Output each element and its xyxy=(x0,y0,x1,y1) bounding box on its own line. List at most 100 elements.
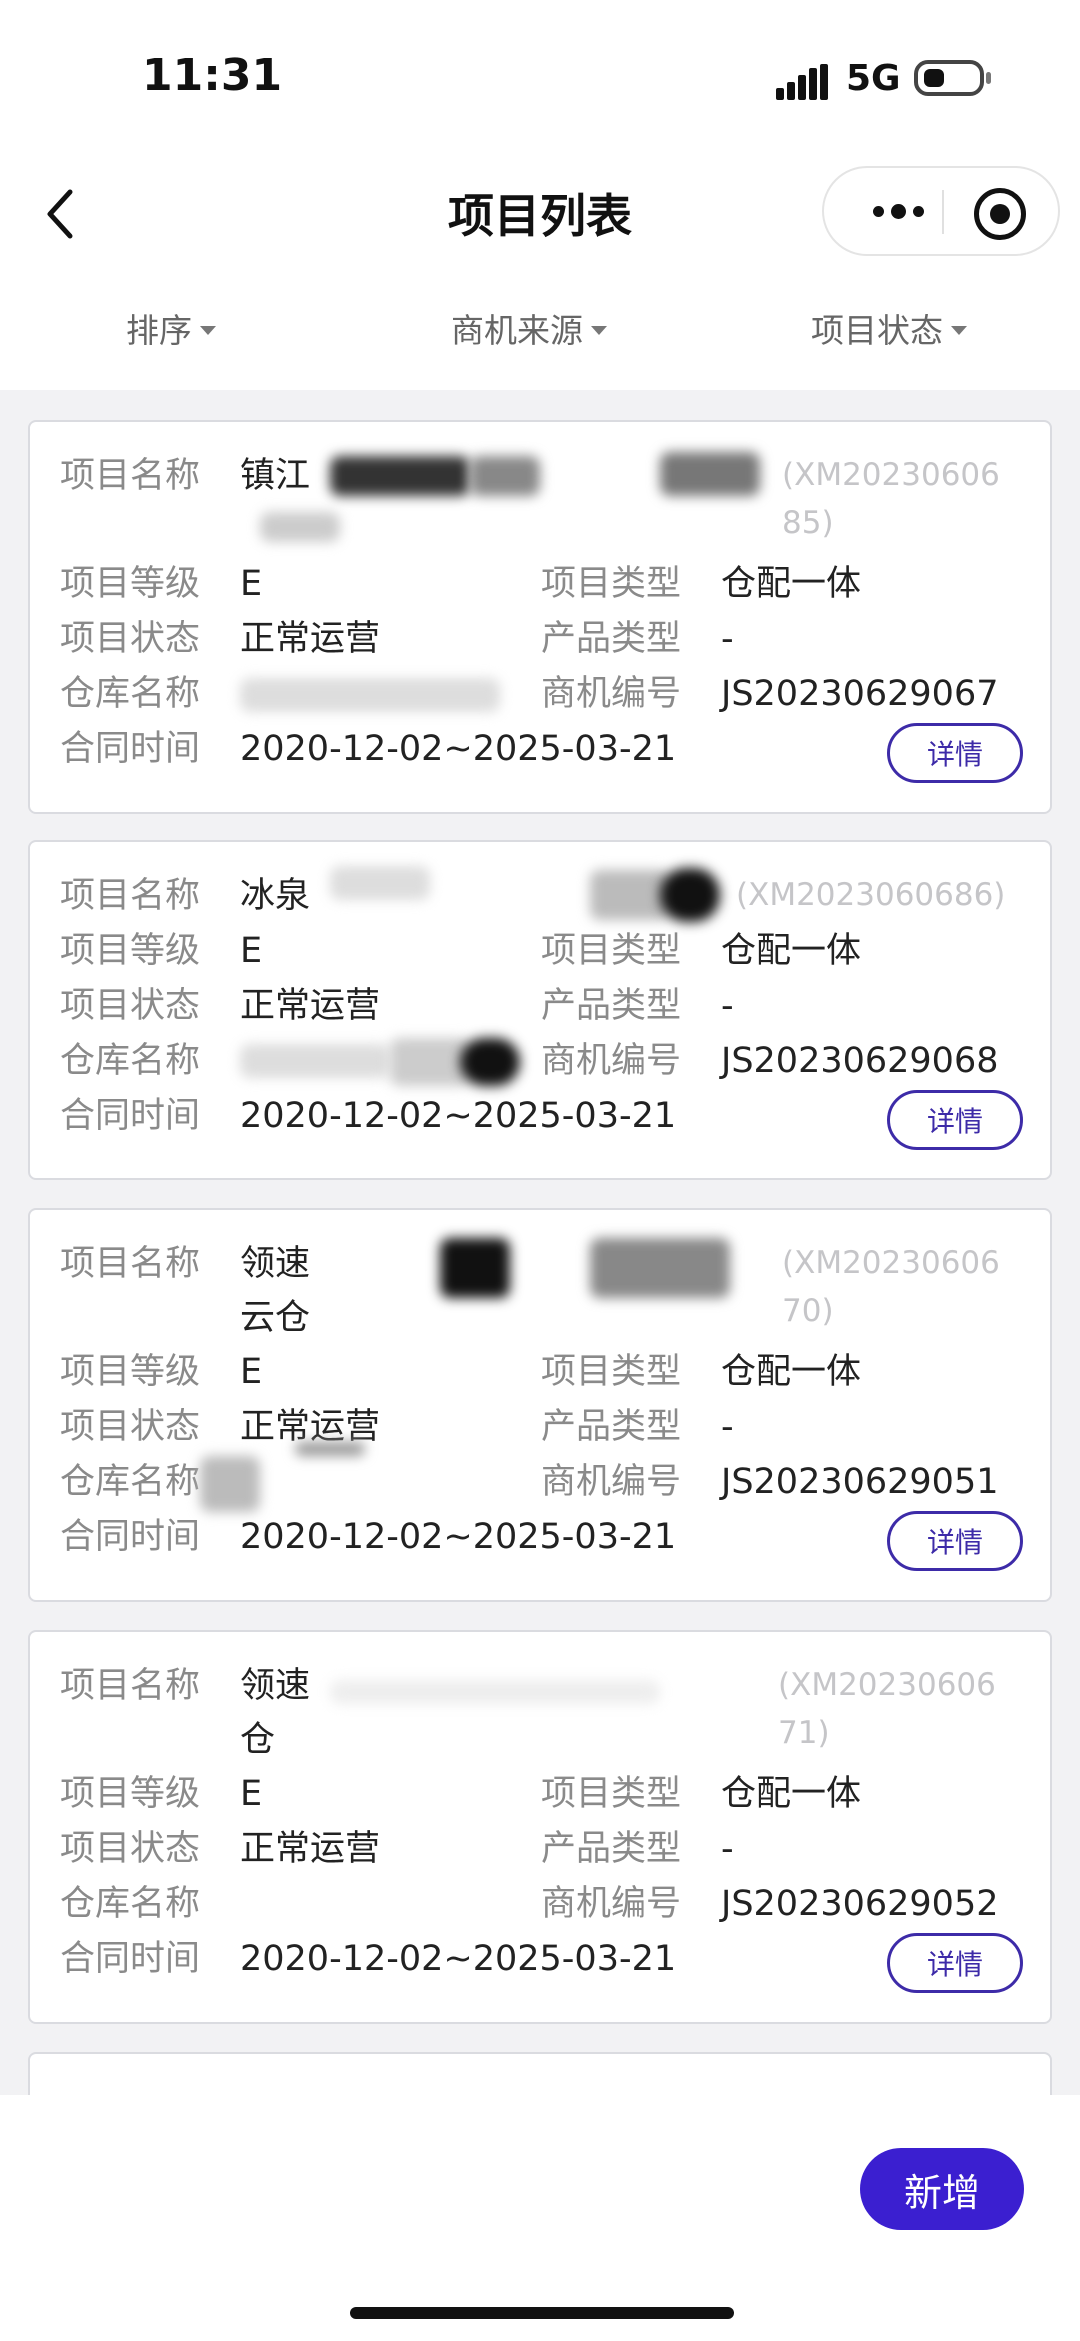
product-type: - xyxy=(721,986,734,1026)
product-type: - xyxy=(721,619,734,659)
signal-icon xyxy=(776,64,828,100)
capsule-divider xyxy=(942,190,944,234)
label-level: 项目等级 xyxy=(60,564,201,604)
add-button[interactable]: 新增 xyxy=(860,2148,1024,2230)
label-warehouse: 仓库名称 xyxy=(60,1884,201,1924)
redaction xyxy=(200,1456,260,1512)
project-level: E xyxy=(240,1352,263,1392)
label-product: 产品类型 xyxy=(541,1407,682,1447)
status-bar: 11:31 5G xyxy=(0,0,1080,150)
project-card: 项目名称 冰泉 (XM2023060686) 项目等级 E 项目类型 仓配一体 … xyxy=(28,840,1052,1180)
contract-period: 2020-12-02~2025-03-21 xyxy=(240,1939,677,1979)
filter-status[interactable]: 项目状态 xyxy=(811,304,967,352)
detail-button[interactable]: 详情 xyxy=(887,723,1023,783)
opportunity-number: JS20230629052 xyxy=(721,1884,999,1924)
label-product: 产品类型 xyxy=(541,619,682,659)
nav-bar: 项目列表 xyxy=(0,150,1080,280)
redaction xyxy=(390,1038,470,1086)
caret-down-icon xyxy=(200,325,216,335)
label-contract: 合同时间 xyxy=(60,1096,201,1136)
label-name: 项目名称 xyxy=(60,876,201,916)
project-code-cont: 85) xyxy=(782,505,834,541)
label-warehouse: 仓库名称 xyxy=(60,1462,201,1502)
redaction xyxy=(460,1038,520,1086)
label-status: 项目状态 xyxy=(60,1407,201,1447)
redaction xyxy=(260,512,340,542)
project-code: (XM20230606 xyxy=(782,457,1000,493)
project-card: 项目名称 领速 仓 (XM20230606 71) 项目等级 E 项目类型 仓配… xyxy=(28,1630,1052,2024)
redaction xyxy=(590,1238,730,1298)
close-miniapp-icon[interactable] xyxy=(974,188,1026,240)
label-level: 项目等级 xyxy=(60,931,201,971)
redaction xyxy=(440,1238,510,1298)
project-name-cont: 云仓 xyxy=(240,1298,311,1338)
project-code-cont: 71) xyxy=(778,1715,830,1751)
more-icon[interactable] xyxy=(858,186,938,236)
label-opp: 商机编号 xyxy=(541,674,682,714)
redaction xyxy=(660,452,760,496)
redaction xyxy=(330,456,470,496)
label-warehouse: 仓库名称 xyxy=(60,1041,201,1081)
project-card: 项目名称 镇江 (XM20230606 85) 项目等级 E 项目类型 仓配一体… xyxy=(28,420,1052,814)
project-type: 仓配一体 xyxy=(721,564,862,604)
battery-icon xyxy=(914,60,984,96)
project-card: 项目名称 领速 云仓 (XM20230606 70) 项目等级 E 项目类型 仓… xyxy=(28,1208,1052,1602)
label-opp: 商机编号 xyxy=(541,1462,682,1502)
label-product: 产品类型 xyxy=(541,986,682,1026)
project-name: 冰泉 xyxy=(240,876,311,916)
filter-label: 商机来源 xyxy=(451,311,583,350)
product-type: - xyxy=(721,1829,734,1869)
label-warehouse: 仓库名称 xyxy=(60,674,201,714)
detail-button[interactable]: 详情 xyxy=(887,1090,1023,1150)
label-type: 项目类型 xyxy=(541,564,682,604)
status-time: 11:31 xyxy=(142,50,283,101)
label-level: 项目等级 xyxy=(60,1774,201,1814)
network-type: 5G xyxy=(846,58,901,99)
redaction xyxy=(470,456,540,496)
project-code: (XM20230606 xyxy=(778,1667,996,1703)
project-level: E xyxy=(240,931,263,971)
project-name-cont: 仓 xyxy=(240,1720,276,1760)
project-name: 领速 xyxy=(240,1244,311,1284)
home-indicator[interactable] xyxy=(350,2307,734,2319)
battery-tip xyxy=(986,72,991,84)
label-status: 项目状态 xyxy=(60,619,201,659)
label-contract: 合同时间 xyxy=(60,1517,201,1557)
project-type: 仓配一体 xyxy=(721,1774,862,1814)
project-type: 仓配一体 xyxy=(721,931,862,971)
label-level: 项目等级 xyxy=(60,1352,201,1392)
caret-down-icon xyxy=(591,325,607,335)
label-type: 项目类型 xyxy=(541,1774,682,1814)
label-status: 项目状态 xyxy=(60,986,201,1026)
redaction xyxy=(295,1442,365,1456)
label-status: 项目状态 xyxy=(60,1829,201,1869)
filter-bar: 排序 商机来源 项目状态 xyxy=(0,280,1080,390)
opportunity-number: JS20230629067 xyxy=(721,674,999,714)
label-opp: 商机编号 xyxy=(541,1041,682,1081)
project-name: 镇江 xyxy=(240,456,311,496)
label-opp: 商机编号 xyxy=(541,1884,682,1924)
detail-button[interactable]: 详情 xyxy=(887,1511,1023,1571)
detail-button[interactable]: 详情 xyxy=(887,1933,1023,1993)
label-contract: 合同时间 xyxy=(60,1939,201,1979)
caret-down-icon xyxy=(951,325,967,335)
filter-sort[interactable]: 排序 xyxy=(126,304,216,352)
redaction xyxy=(590,870,670,920)
bottom-action-area: 新增 xyxy=(0,2095,1080,2341)
label-name: 项目名称 xyxy=(60,456,201,496)
label-contract: 合同时间 xyxy=(60,729,201,769)
project-type: 仓配一体 xyxy=(721,1352,862,1392)
opportunity-number: JS20230629051 xyxy=(721,1462,999,1502)
product-type: - xyxy=(721,1407,734,1447)
filter-source[interactable]: 商机来源 xyxy=(451,304,607,352)
project-status: 正常运营 xyxy=(240,1829,381,1869)
project-code: (XM2023060686) xyxy=(736,877,1006,913)
filter-label: 排序 xyxy=(126,311,192,350)
opportunity-number: JS20230629068 xyxy=(721,1041,999,1081)
project-card xyxy=(28,2052,1052,2095)
label-name: 项目名称 xyxy=(60,1244,201,1284)
project-status: 正常运营 xyxy=(240,619,381,659)
contract-period: 2020-12-02~2025-03-21 xyxy=(240,729,677,769)
project-code: (XM20230606 xyxy=(782,1245,1000,1281)
project-code-cont: 70) xyxy=(782,1293,834,1329)
